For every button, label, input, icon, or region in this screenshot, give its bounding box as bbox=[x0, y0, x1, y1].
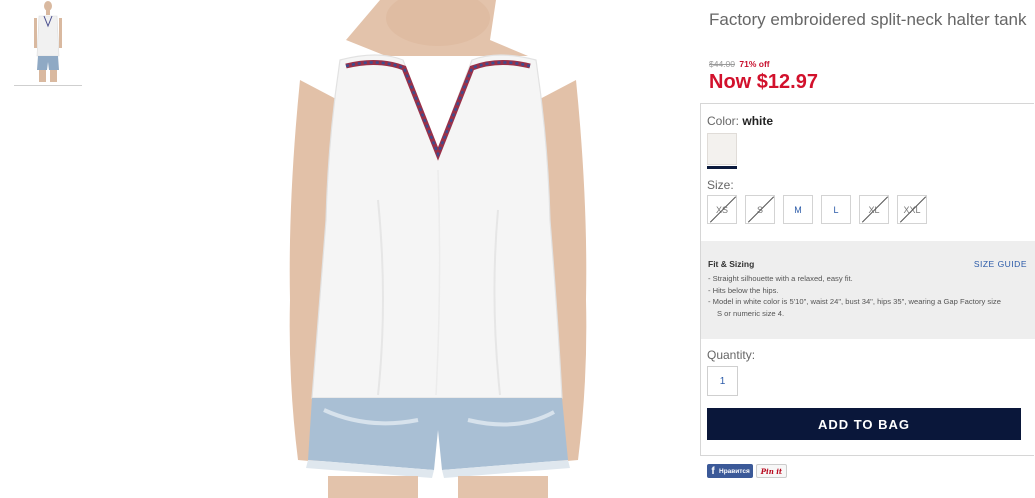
thumbnail-image bbox=[28, 0, 68, 82]
size-selector: XS S M L XL XXL bbox=[707, 195, 927, 224]
facebook-icon: f bbox=[711, 465, 715, 477]
quantity-field[interactable]: 1 bbox=[707, 366, 738, 396]
size-option-s[interactable]: S bbox=[745, 195, 775, 224]
selected-swatch-indicator bbox=[707, 166, 737, 169]
size-option-xxl[interactable]: XXL bbox=[897, 195, 927, 224]
size-option-l[interactable]: L bbox=[821, 195, 851, 224]
add-to-bag-button[interactable]: ADD TO BAG bbox=[707, 408, 1021, 440]
price-row: $44.00 71% off bbox=[709, 59, 770, 69]
quantity-label: Quantity: bbox=[707, 348, 756, 362]
model-photo bbox=[289, 0, 587, 498]
size-option-xs[interactable]: XS bbox=[707, 195, 737, 224]
product-title: Factory embroidered split-neck halter ta… bbox=[709, 10, 1027, 29]
fit-title: Fit & Sizing bbox=[708, 259, 755, 269]
product-info: Factory embroidered split-neck halter ta… bbox=[700, 0, 1035, 498]
main-product-image[interactable] bbox=[228, 0, 668, 498]
size-label: Size: bbox=[707, 178, 734, 192]
list-item: - Hits below the hips. bbox=[708, 285, 779, 295]
size-guide-link[interactable]: SIZE GUIDE bbox=[974, 259, 1027, 269]
list-item: - Model in white color is 5'10", waist 2… bbox=[708, 297, 1001, 318]
original-price: $44.00 bbox=[709, 59, 735, 69]
social-share: f Нравится Pin it bbox=[707, 464, 788, 478]
product-thumbnail[interactable] bbox=[14, 0, 82, 86]
facebook-like-label: Нравится bbox=[719, 467, 750, 475]
color-label: Color: white bbox=[707, 114, 774, 128]
facebook-like-button[interactable]: f Нравится bbox=[707, 464, 753, 478]
discount-badge: 71% off bbox=[739, 59, 770, 69]
size-option-m[interactable]: M bbox=[783, 195, 813, 224]
product-options-panel: Color: white Size: XS S M L XL XXL Fit &… bbox=[700, 103, 1035, 456]
list-item: - Straight silhouette with a relaxed, ea… bbox=[708, 274, 853, 283]
fit-details-list: - Straight silhouette with a relaxed, ea… bbox=[708, 273, 1008, 319]
size-option-xl[interactable]: XL bbox=[859, 195, 889, 224]
color-swatch-white[interactable] bbox=[707, 133, 737, 165]
fit-and-sizing-box: Fit & Sizing SIZE GUIDE - Straight silho… bbox=[701, 241, 1035, 339]
pinterest-pin-button[interactable]: Pin it bbox=[755, 464, 788, 478]
color-value: white bbox=[742, 114, 774, 128]
sale-price: Now $12.97 bbox=[709, 71, 818, 93]
